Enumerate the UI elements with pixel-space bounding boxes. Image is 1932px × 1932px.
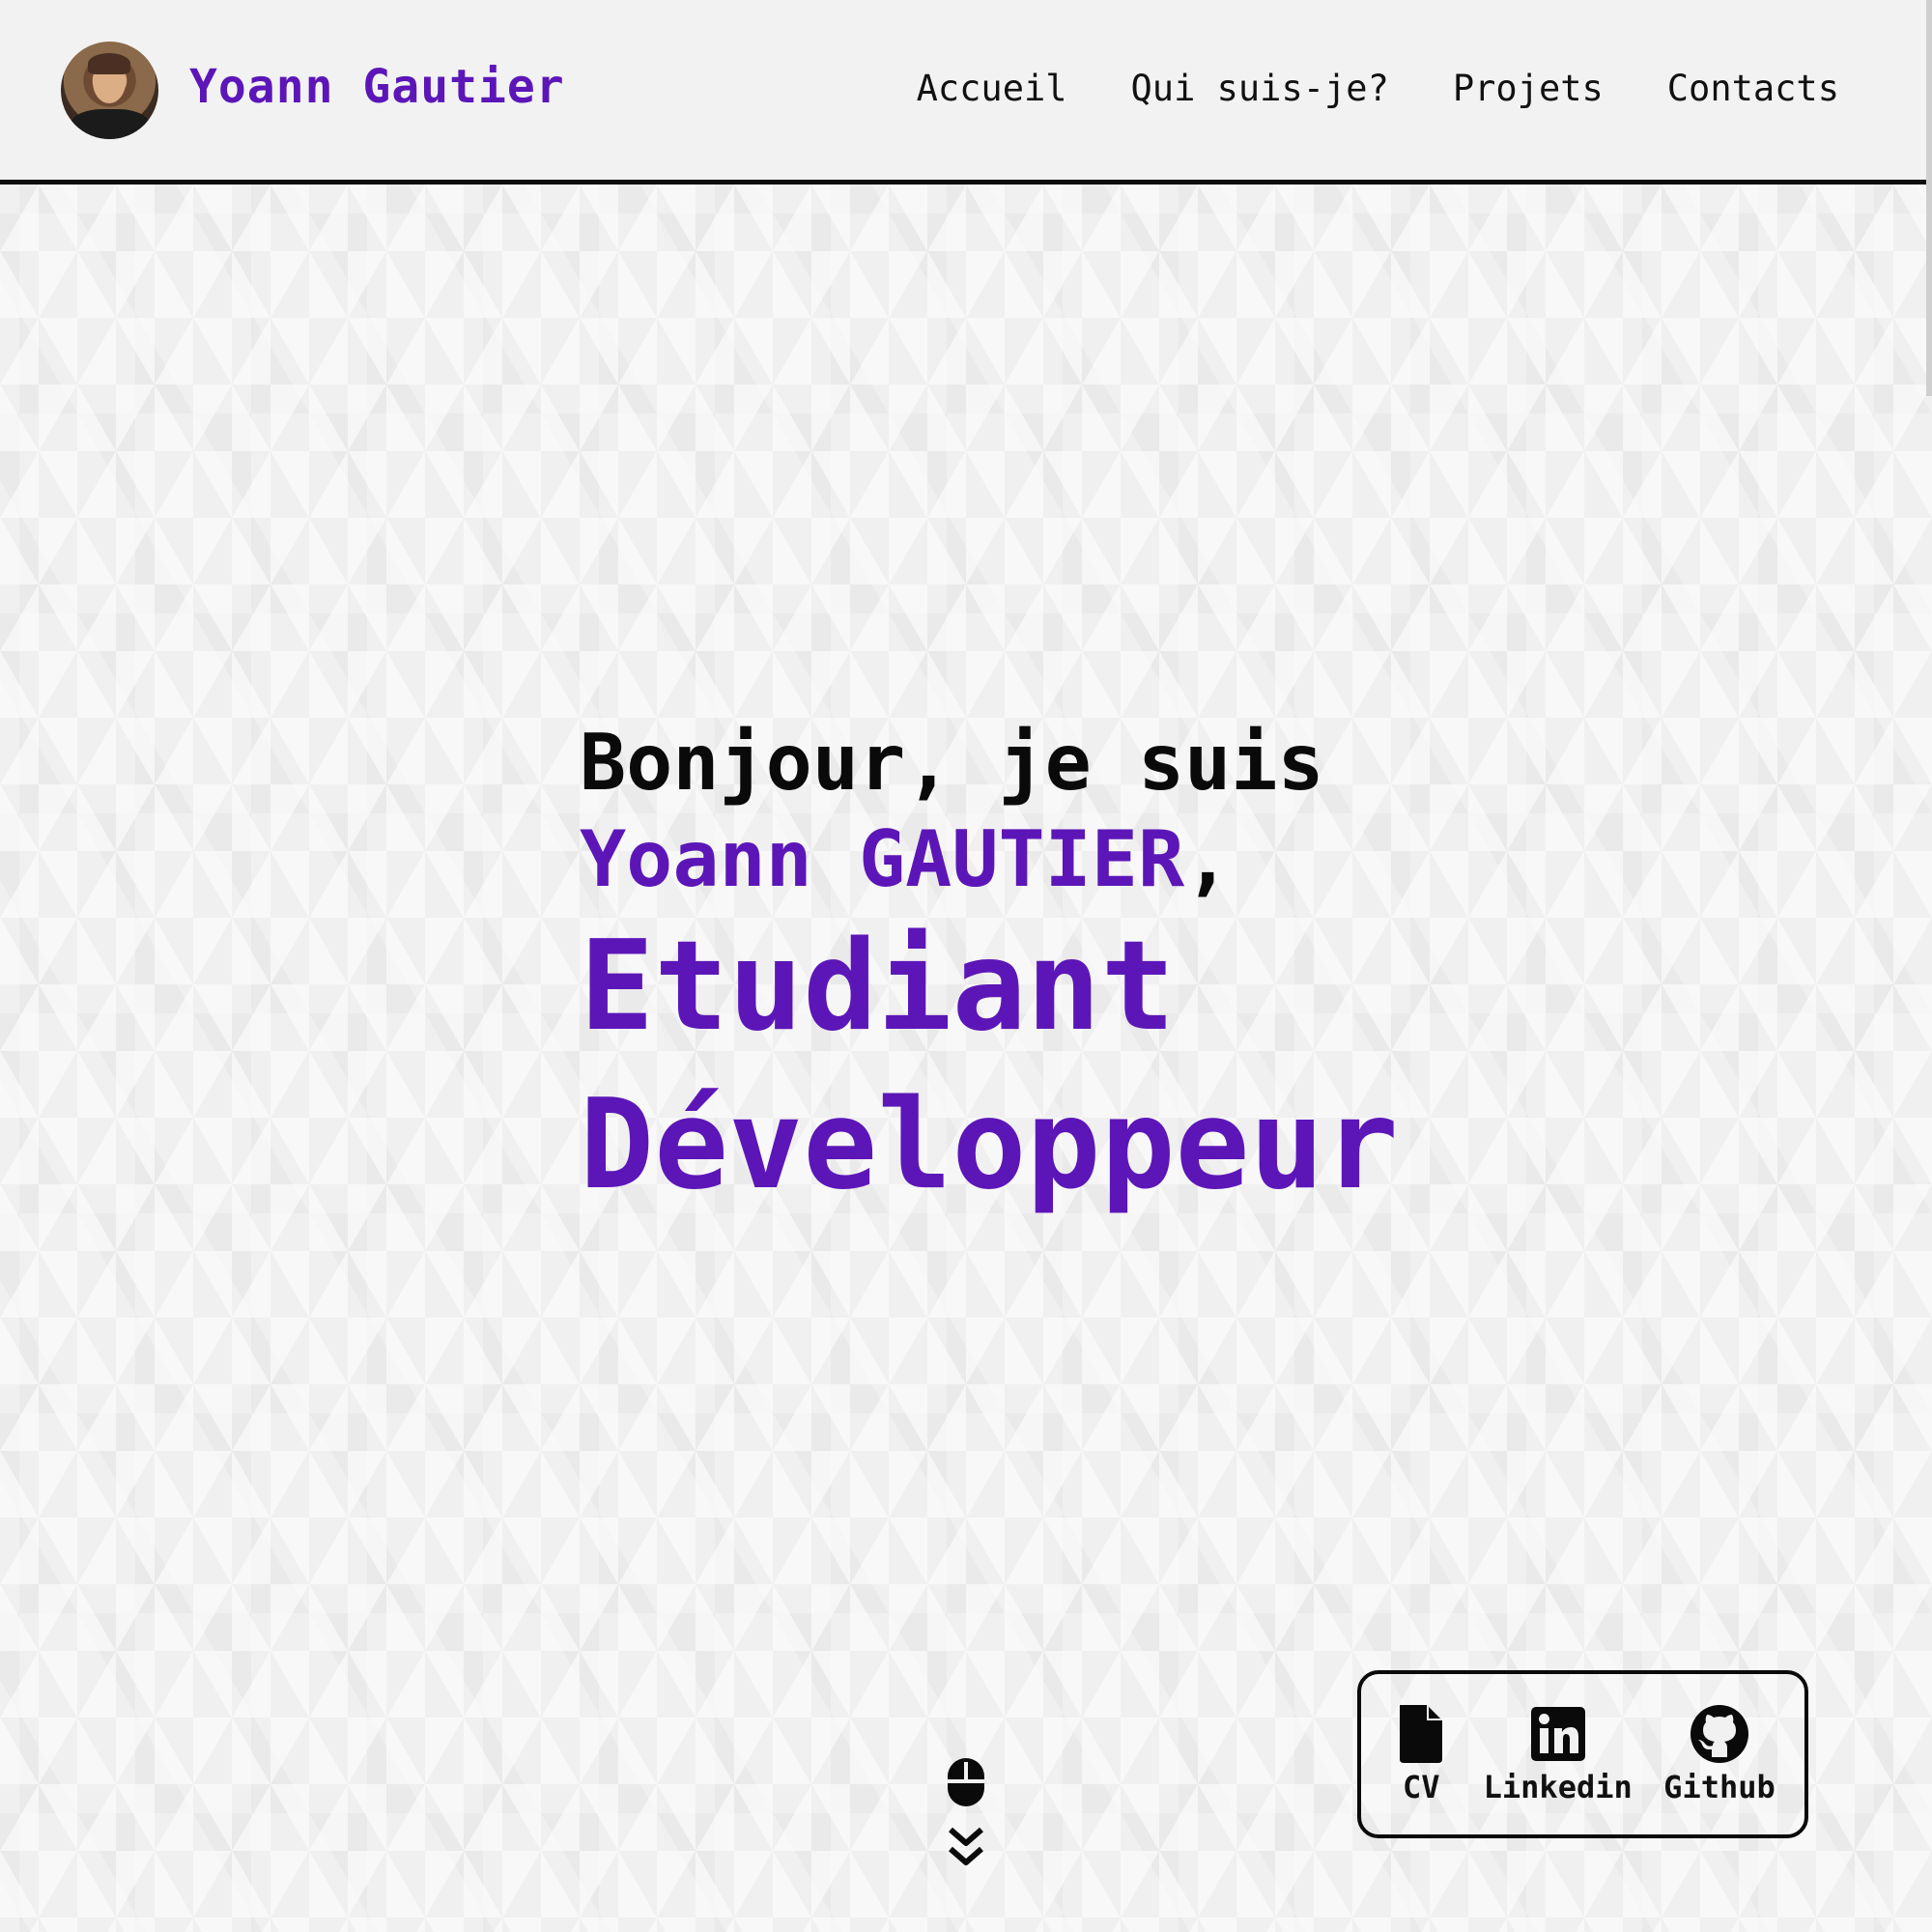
hero-name-comma: ,	[1184, 814, 1232, 904]
hero-name-line: Yoann GAUTIER,	[580, 811, 1399, 908]
hero-name: Yoann GAUTIER	[580, 814, 1185, 904]
cv-link[interactable]: CV	[1390, 1703, 1452, 1805]
linkedin-link-label: Linkedin	[1483, 1769, 1633, 1805]
nav-item-projets[interactable]: Projets	[1453, 68, 1604, 109]
github-link[interactable]: Github	[1663, 1703, 1776, 1805]
linkedin-icon	[1530, 1707, 1585, 1761]
brand-title[interactable]: Yoann Gautier	[189, 60, 565, 114]
scroll-down-hint[interactable]	[943, 1758, 989, 1868]
nav-item-qui-suis-je[interactable]: Qui suis-je?	[1131, 68, 1389, 109]
avatar	[61, 42, 158, 139]
hero-section: Bonjour, je suis Yoann GAUTIER, Etudiant…	[580, 715, 1399, 1225]
scrollbar[interactable]	[1926, 0, 1932, 396]
main-nav: Accueil Qui suis-je? Projets Contacts	[917, 68, 1839, 109]
hero-role-student: Etudiant	[580, 915, 1176, 1059]
github-link-label: Github	[1663, 1769, 1776, 1805]
site-header: Yoann Gautier Accueil Qui suis-je? Proje…	[0, 0, 1932, 185]
mouse-icon	[948, 1758, 984, 1806]
github-icon	[1690, 1705, 1748, 1763]
hero-role-developer: Développeur	[580, 1073, 1399, 1217]
nav-item-contacts[interactable]: Contacts	[1667, 68, 1839, 109]
nav-item-accueil[interactable]: Accueil	[917, 68, 1067, 109]
hero-greeting: Bonjour, je suis	[580, 718, 1324, 808]
file-icon	[1400, 1705, 1443, 1763]
social-links-box: CV Linkedin Github	[1357, 1670, 1808, 1838]
cv-link-label: CV	[1402, 1769, 1440, 1805]
double-chevron-down-icon	[949, 1827, 983, 1865]
linkedin-link[interactable]: Linkedin	[1484, 1703, 1633, 1805]
